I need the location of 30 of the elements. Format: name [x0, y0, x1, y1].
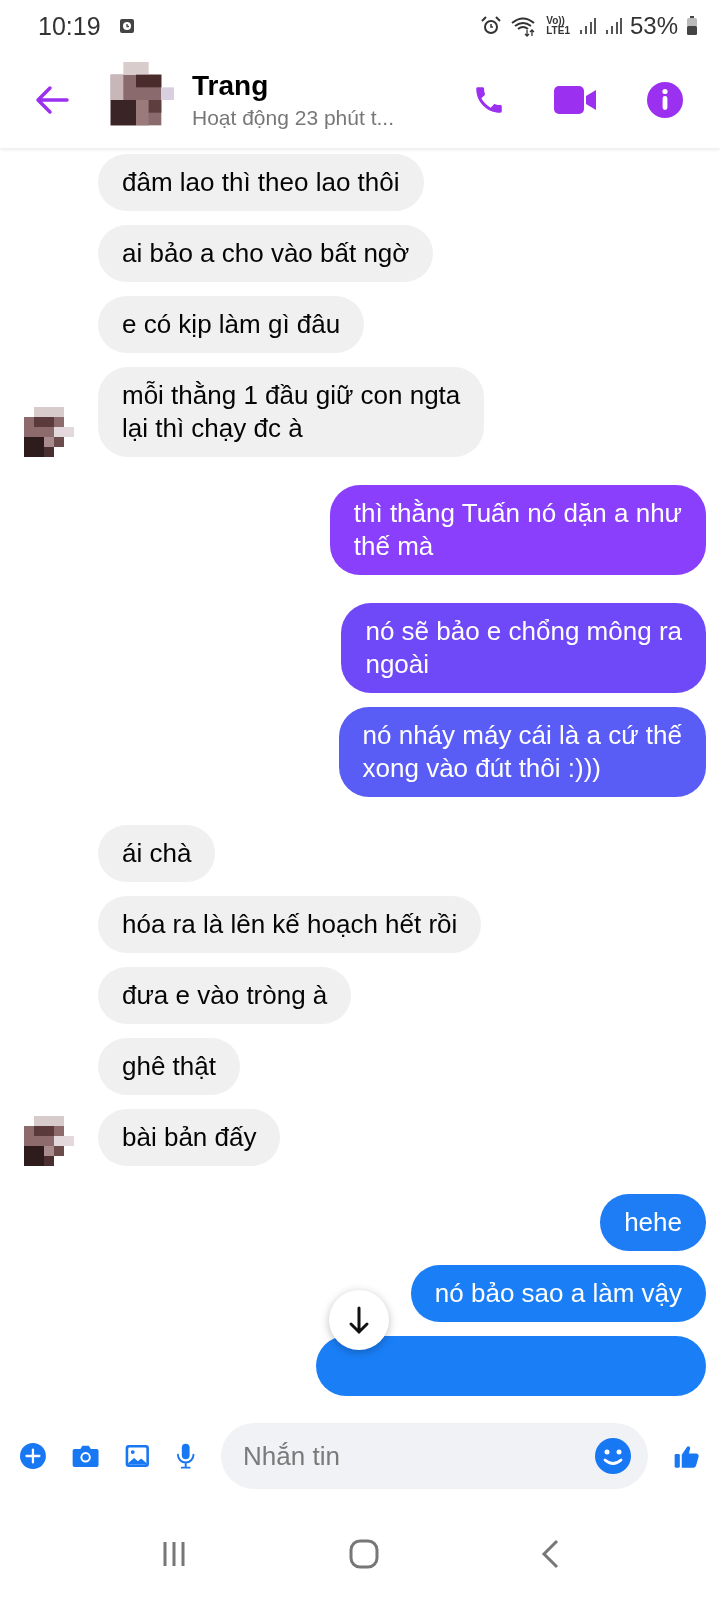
signal-icon [603, 16, 622, 36]
message-bubble: e có kịp làm gì đâu [98, 296, 365, 353]
video-camera-icon[interactable] [554, 84, 598, 116]
message-bubble: nó nháy máy cái là a cứ thế xong vào đút thôi :))) [338, 707, 706, 797]
message-bubble: bài bản đấy [98, 1109, 281, 1166]
battery-icon [686, 16, 698, 36]
message-bubble: đưa e vào tròng à [98, 967, 352, 1024]
message-bubble: ái chà [98, 825, 216, 882]
home-icon[interactable] [348, 1538, 380, 1570]
activity-status: Hoạt động 23 phút t... [192, 106, 395, 130]
message-bubble: thì thằng Tuấn nó dặn a như thế mà [329, 485, 706, 575]
message-input-field[interactable]: Nhắn tin [221, 1423, 649, 1489]
contact-name: Trang [192, 70, 270, 102]
alarm-icon [480, 15, 503, 37]
message-bubble: nó sẽ bảo e chổng mông ra ngoài [341, 603, 706, 693]
message-bubble: hóa ra là lên kế hoạch hết rồi [98, 896, 482, 953]
message-bubble: mỗi thằng 1 đầu giữ con ngta lại thì chạy đc à [98, 367, 485, 457]
message-bubble: ghê thật [98, 1038, 240, 1095]
message-bubble: đâm lao thì theo lao thôi [98, 154, 424, 211]
message-bubble: ai bảo a cho vào bất ngờ [98, 225, 434, 282]
status-time: 10:19 [38, 11, 101, 41]
info-icon[interactable] [646, 81, 684, 119]
emoji-icon[interactable] [594, 1437, 633, 1475]
network-label: Vo)) LTE1 [546, 16, 570, 36]
message-bubble: hehe [600, 1194, 706, 1251]
battery-level: 53% [629, 12, 678, 40]
message-bubble: nó bảo sao a làm vậy [410, 1265, 706, 1322]
signal-icon [577, 16, 596, 36]
clock-icon [118, 18, 135, 34]
back-arrow-icon[interactable] [34, 85, 70, 115]
